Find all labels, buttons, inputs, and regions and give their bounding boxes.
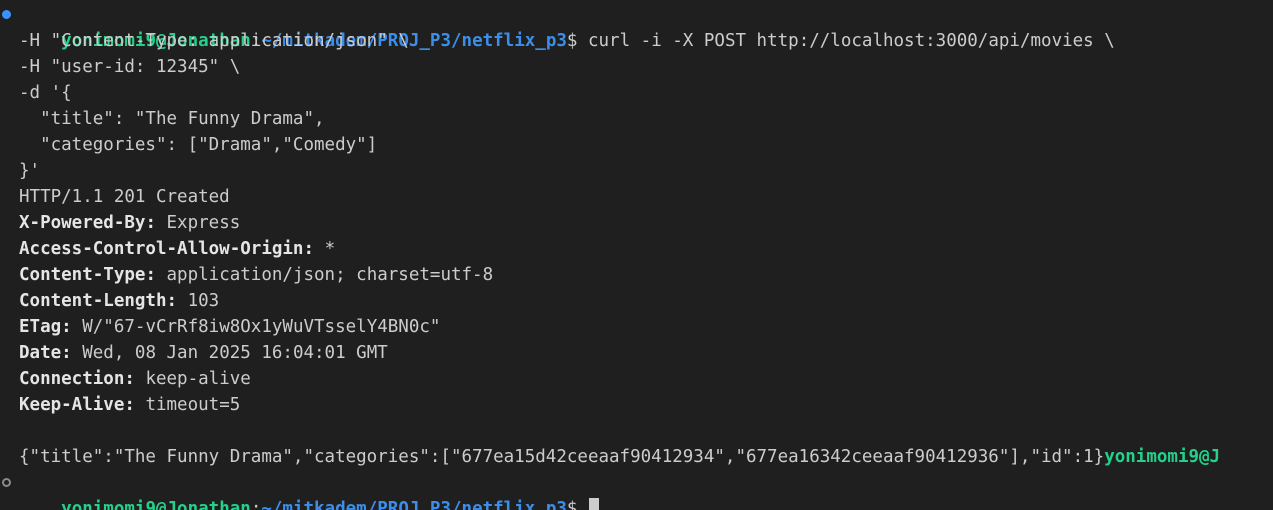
response-header-line: Keep-Alive: timeout=5 [19,392,1273,418]
header-colon: : [303,239,325,259]
header-colon: : [124,369,146,389]
command-line-2: -H "Content-Type: application/json" \ [19,31,409,51]
prompt-user-host: yonimomi9@Jonathan [61,499,251,510]
idle-status-dot-icon[interactable] [2,478,11,487]
header-value: Wed, 08 Jan 2025 16:04:01 GMT [82,343,388,363]
prompt-path: ~/mitkadem/PROJ_P3/netflix_p3 [261,499,567,510]
header-name: Keep-Alive [19,395,125,415]
response-header-line: ETag: W/"67-vCrRf8iw8Ox1yWuVTsselY4BN0c" [19,314,1273,340]
header-name: Connection [19,369,125,389]
header-name: Content-Type [19,265,146,285]
response-header-line: X-Powered-By: Express [19,210,1273,236]
header-name: Content-Length [19,291,167,311]
response-header-line: Content-Type: application/json; charset=… [19,262,1273,288]
command-line-4: -d '{ [19,83,72,103]
truncated-prompt: yonimomi9@J [1104,447,1221,467]
header-name: Access-Control-Allow-Origin [19,239,304,259]
response-header-line: Access-Control-Allow-Origin: * [19,236,1273,262]
header-value: W/"67-vCrRf8iw8Ox1yWuVTsselY4BN0c" [82,317,441,337]
response-header-line: Connection: keep-alive [19,366,1273,392]
command-line-5: "title": "The Funny Drama", [19,109,325,129]
command-line-3: -H "user-id: 12345" \ [19,57,241,77]
response-body: {"title":"The Funny Drama","categories":… [19,447,1105,467]
header-colon: : [124,395,146,415]
header-name: ETag [19,317,62,337]
header-value: timeout=5 [145,395,241,415]
response-header-line: Date: Wed, 08 Jan 2025 16:04:01 GMT [19,340,1273,366]
command-line-6: "categories": ["Drama","Comedy"] [19,135,378,155]
header-colon: : [145,265,167,285]
header-colon: : [145,213,167,233]
header-value: Express [166,213,241,233]
active-prompt-line[interactable]: yonimomi9@Jonathan:~/mitkadem/PROJ_P3/ne… [2,470,1273,510]
header-name: Date [19,343,62,363]
command-status-dot-icon[interactable] [2,10,11,19]
header-value: 103 [187,291,220,311]
header-colon: : [166,291,188,311]
header-value: * [324,239,336,259]
response-body-line: {"title":"The Funny Drama","categories":… [19,444,1273,470]
response-status-line: HTTP/1.1 201 Created [19,187,230,207]
header-name: X-Powered-By [19,213,146,233]
header-colon: : [61,317,83,337]
prompt-symbol: $ [566,499,588,510]
response-header-line: Content-Length: 103 [19,288,1273,314]
prompt-separator: : [250,499,262,510]
header-colon: : [61,343,83,363]
header-value: application/json; charset=utf-8 [166,265,494,285]
text-cursor[interactable] [588,498,599,510]
header-value: keep-alive [145,369,251,389]
command-line-7: }' [19,161,41,181]
command-line-1: yonimomi9@Jonathan:~/mitkadem/PROJ_P3/ne… [2,2,1273,51]
terminal-output[interactable]: yonimomi9@Jonathan:~/mitkadem/PROJ_P3/ne… [0,0,1273,510]
